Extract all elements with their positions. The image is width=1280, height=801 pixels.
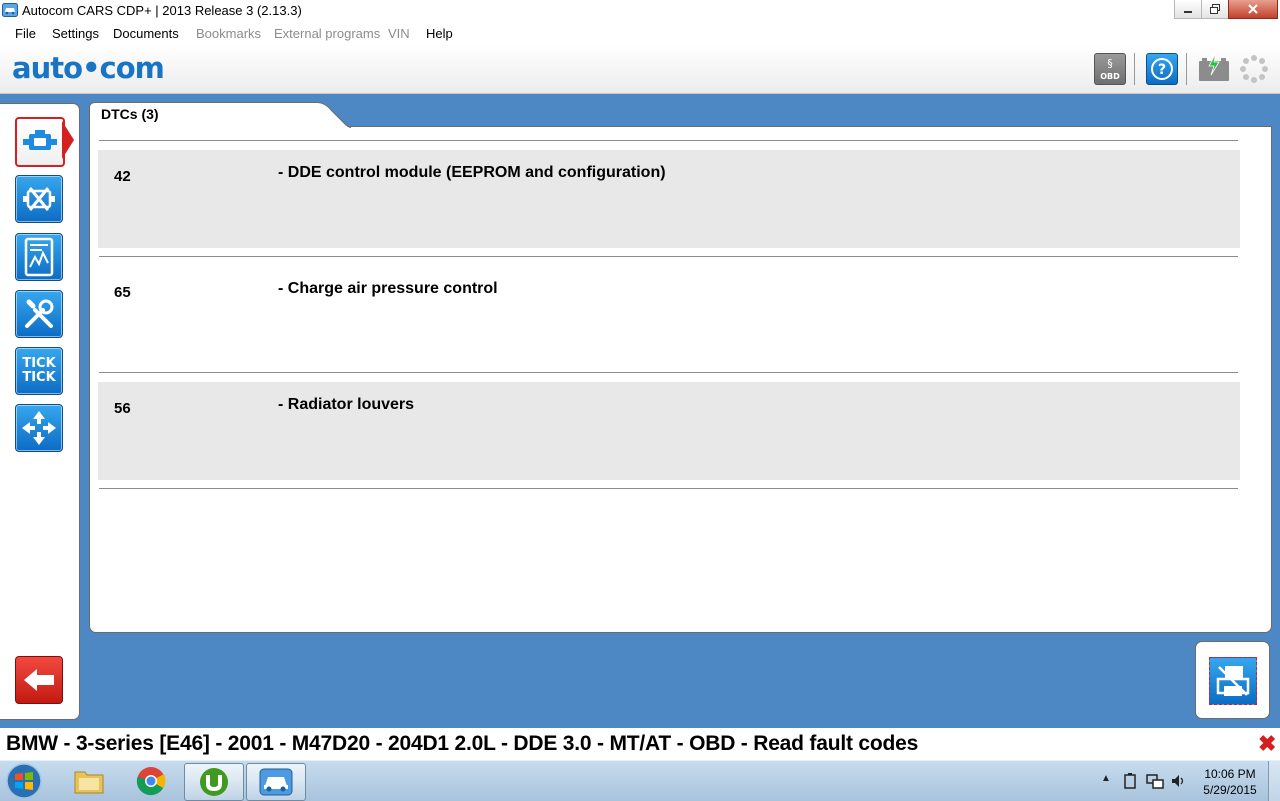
tick-text: TICK xyxy=(22,356,56,371)
tick-text: TICK xyxy=(22,370,56,385)
menu-vin[interactable]: VIN xyxy=(388,26,410,41)
tray-network-icon[interactable] xyxy=(1146,772,1164,790)
dtc-row[interactable]: 65 - Charge air pressure control xyxy=(98,266,1240,364)
print-panel xyxy=(1195,641,1270,719)
chrome-icon xyxy=(136,767,166,796)
help-icon: ? xyxy=(1151,58,1173,80)
title-bar: Autocom CARS CDP+ | 2013 Release 3 (2.13… xyxy=(0,0,1280,23)
row-divider xyxy=(99,488,1238,489)
status-bar: BMW - 3-series [E46] - 2001 - M47D20 - 2… xyxy=(0,728,1280,760)
restore-icon xyxy=(1210,4,1220,14)
tray-expand-icon[interactable]: ▲ xyxy=(1101,773,1111,784)
connection-spinner xyxy=(1238,53,1268,83)
sidebar-item-engine-dtc[interactable] xyxy=(15,117,65,167)
close-session-button[interactable]: ✖ xyxy=(1258,731,1276,757)
obd-legislation-button[interactable]: § OBD xyxy=(1094,53,1126,85)
file-explorer-icon xyxy=(74,771,104,794)
show-desktop-button[interactable] xyxy=(1268,761,1280,801)
windows-start-icon xyxy=(6,763,42,799)
clock-date: 5/29/2015 xyxy=(1203,783,1257,797)
taskbar-file-explorer[interactable] xyxy=(60,763,118,799)
engine-crossed-icon xyxy=(23,187,55,211)
svg-text:OBD: OBD xyxy=(1100,72,1120,81)
battery-status xyxy=(1198,52,1229,83)
menu-help[interactable]: Help xyxy=(426,26,453,41)
dtc-row[interactable]: 56 - Radiator louvers xyxy=(98,382,1240,480)
window-title: Autocom CARS CDP+ | 2013 Release 3 (2.13… xyxy=(22,3,302,18)
app-car-icon xyxy=(2,3,18,17)
sidebar-item-adjustments[interactable] xyxy=(15,290,63,338)
minimize-button[interactable] xyxy=(1174,0,1202,19)
taskbar-utorrent[interactable] xyxy=(184,763,244,801)
close-window-button[interactable] xyxy=(1228,0,1278,19)
tools-icon xyxy=(25,299,54,328)
dtc-code: 65 xyxy=(114,284,131,301)
autocom-logo: auto•com xyxy=(12,51,165,85)
connection-spinner-icon xyxy=(1240,55,1268,83)
taskbar-chrome[interactable] xyxy=(122,763,180,799)
back-button[interactable] xyxy=(15,656,63,704)
active-indicator-arrow xyxy=(62,121,74,159)
engine-icon xyxy=(23,130,57,150)
tick-tick-icon: TICK TICK xyxy=(22,357,55,385)
menu-settings[interactable]: Settings xyxy=(52,26,99,41)
arrow-left-icon xyxy=(24,669,54,691)
arrows-icon xyxy=(22,411,56,445)
toolbar-divider xyxy=(1134,53,1135,85)
restore-button[interactable] xyxy=(1201,0,1229,19)
menu-file[interactable]: File xyxy=(15,26,36,41)
dtc-code: 56 xyxy=(114,400,131,417)
dtc-description: - Charge air pressure control xyxy=(278,280,498,297)
toolbar-divider xyxy=(1186,53,1187,85)
sidebar-item-other[interactable] xyxy=(15,404,63,452)
battery-icon xyxy=(1199,52,1229,81)
vehicle-status-text: BMW - 3-series [E46] - 2001 - M47D20 - 2… xyxy=(6,732,919,755)
dtc-row[interactable]: 42 - DDE control module (EEPROM and conf… xyxy=(98,150,1240,248)
dtc-description: - Radiator louvers xyxy=(278,396,415,413)
tray-volume-icon[interactable] xyxy=(1171,773,1187,789)
taskbar-clock[interactable]: 10:06 PM 5/29/2015 xyxy=(1190,766,1270,798)
clock-time: 10:06 PM xyxy=(1204,767,1256,781)
start-button[interactable] xyxy=(2,762,46,800)
utorrent-icon xyxy=(200,768,228,796)
menu-documents[interactable]: Documents xyxy=(113,26,179,41)
graph-icon xyxy=(24,237,54,277)
svg-text:§: § xyxy=(1107,57,1113,70)
menu-bookmarks[interactable]: Bookmarks xyxy=(196,26,261,41)
print-button[interactable] xyxy=(1209,657,1257,705)
autocom-car-icon xyxy=(259,768,293,796)
row-divider xyxy=(99,256,1238,257)
dtc-description: - DDE control module (EEPROM and configu… xyxy=(278,164,666,181)
windows-taskbar: ▲ 10:06 PM 5/29/2015 xyxy=(0,760,1280,801)
close-icon xyxy=(1248,4,1258,14)
menu-bar: File Settings Documents Bookmarks Extern… xyxy=(0,22,1280,45)
minimize-icon xyxy=(1184,11,1192,13)
tray-battery-icon[interactable] xyxy=(1124,773,1136,789)
row-divider xyxy=(99,372,1238,373)
dtc-code: 42 xyxy=(114,168,131,185)
svg-text:?: ? xyxy=(1158,62,1166,78)
toolbar: auto•com § OBD ? xyxy=(0,45,1280,94)
row-divider xyxy=(99,140,1238,141)
printer-icon xyxy=(1216,666,1250,696)
obd-legislation-icon: § OBD xyxy=(1100,57,1120,81)
sidebar-item-live-data[interactable] xyxy=(15,233,63,281)
tab-dtcs-label: DTCs (3) xyxy=(101,106,159,122)
help-button[interactable]: ? xyxy=(1146,53,1178,85)
sidebar-item-activation[interactable]: TICK TICK xyxy=(15,347,63,395)
menu-external-programs[interactable]: External programs xyxy=(274,26,380,41)
taskbar-autocom[interactable] xyxy=(246,763,306,801)
sidebar-item-erase-dtc[interactable] xyxy=(15,175,63,223)
